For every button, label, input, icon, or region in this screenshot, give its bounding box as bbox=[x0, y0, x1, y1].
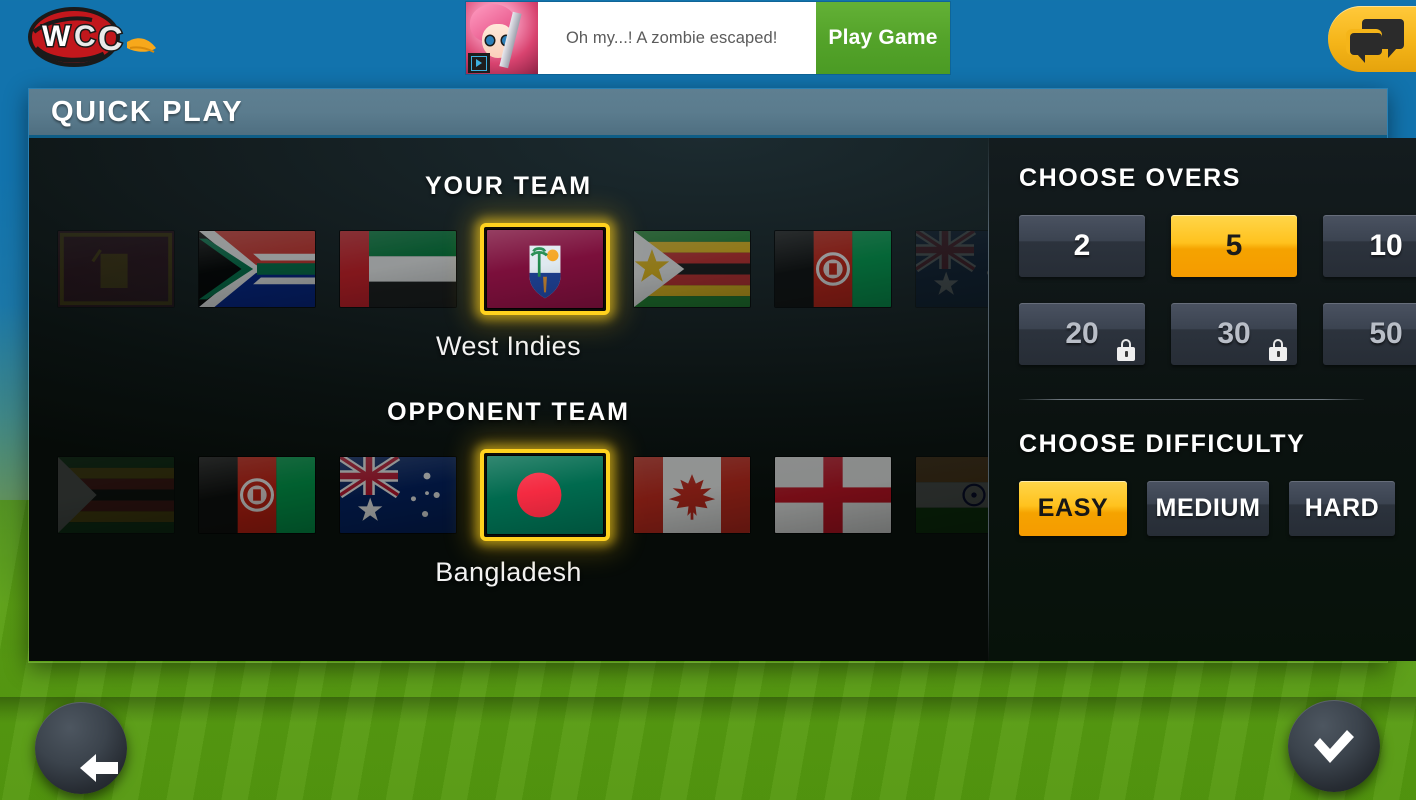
opponent-flag-afghanistan[interactable] bbox=[198, 456, 316, 534]
flag-sri-lanka bbox=[57, 230, 175, 308]
your-team-selected-name: West Indies bbox=[436, 331, 581, 361]
settings-divider bbox=[1019, 399, 1364, 400]
advertisement-banner[interactable]: Oh my...! A zombie escaped! Play Game bbox=[466, 2, 950, 74]
your-team-flag-row[interactable] bbox=[29, 223, 988, 315]
flag-afghanistan bbox=[774, 230, 892, 308]
overs-option-label: 5 bbox=[1225, 229, 1243, 262]
overs-option-20-locked[interactable]: 20 bbox=[1019, 303, 1145, 365]
flag-australia bbox=[339, 456, 457, 534]
lock-icon bbox=[1117, 339, 1135, 361]
flag-england bbox=[774, 456, 892, 534]
difficulty-option-easy-selected[interactable]: EASY bbox=[1019, 481, 1127, 536]
match-settings-column: CHOOSE OVERS 2 5 10 20 30 50 CHOOSE DIFF… bbox=[989, 138, 1416, 661]
overs-options-grid[interactable]: 2 5 10 20 30 50 bbox=[1019, 215, 1416, 365]
overs-option-label: 2 bbox=[1073, 229, 1091, 262]
overs-option-label: 30 bbox=[1217, 317, 1251, 350]
overs-option-label: 50 bbox=[1369, 317, 1403, 350]
svg-text:C: C bbox=[98, 20, 123, 58]
checkmark-icon bbox=[1310, 725, 1358, 767]
overs-option-label: 10 bbox=[1369, 229, 1403, 262]
opponent-flag-australia[interactable] bbox=[339, 456, 457, 534]
difficulty-options-row[interactable]: EASY MEDIUM HARD bbox=[1019, 481, 1416, 536]
flag-afghanistan bbox=[198, 456, 316, 534]
opponent-flag-bangladesh-selected[interactable] bbox=[480, 449, 610, 541]
choose-difficulty-heading: CHOOSE DIFFICULTY bbox=[1019, 430, 1306, 458]
confirm-button[interactable] bbox=[1288, 700, 1380, 792]
flag-canada bbox=[633, 456, 751, 534]
choose-overs-heading: CHOOSE OVERS bbox=[1019, 164, 1242, 192]
flag-west-indies bbox=[486, 229, 604, 309]
overs-option-5-selected[interactable]: 5 bbox=[1171, 215, 1297, 277]
ad-thumbnail bbox=[466, 2, 538, 74]
flag-india bbox=[915, 456, 988, 534]
overs-option-30-locked[interactable]: 30 bbox=[1171, 303, 1297, 365]
your-team-flag-uae[interactable] bbox=[339, 230, 457, 308]
top-bar: W C C Oh my...! A zombie escaped! Play G… bbox=[0, 0, 1416, 76]
ad-text: Oh my...! A zombie escaped! bbox=[566, 28, 778, 47]
flag-zimbabwe bbox=[57, 456, 175, 534]
svg-text:W: W bbox=[42, 20, 71, 53]
panel-header: QUICK PLAY bbox=[29, 89, 1387, 138]
play-game-button[interactable]: Play Game bbox=[816, 2, 950, 74]
opponent-flag-england[interactable] bbox=[774, 456, 892, 534]
page-title: QUICK PLAY bbox=[51, 95, 244, 128]
flag-zimbabwe bbox=[633, 230, 751, 308]
team-selection-column: YOUR TEAM West Indies OPPONENT TEAM Bang… bbox=[29, 138, 988, 661]
opponent-team-heading: OPPONENT TEAM bbox=[387, 398, 630, 426]
chat-button[interactable] bbox=[1328, 6, 1416, 72]
your-team-flag-australia[interactable] bbox=[915, 230, 988, 308]
wcc-logo[interactable]: W C C bbox=[22, 4, 164, 70]
overs-option-2[interactable]: 2 bbox=[1019, 215, 1145, 277]
back-button[interactable] bbox=[35, 702, 127, 794]
difficulty-option-label: EASY bbox=[1037, 494, 1109, 522]
ad-choices-icon[interactable] bbox=[468, 53, 490, 73]
opponent-flag-india[interactable] bbox=[915, 456, 988, 534]
flag-south-africa bbox=[198, 230, 316, 308]
opponent-flag-canada[interactable] bbox=[633, 456, 751, 534]
your-team-flag-west-indies-selected[interactable] bbox=[480, 223, 610, 315]
flag-bangladesh bbox=[486, 455, 604, 535]
difficulty-option-label: HARD bbox=[1304, 494, 1380, 522]
opponent-team-selected-name: Bangladesh bbox=[435, 557, 582, 587]
difficulty-option-label: MEDIUM bbox=[1155, 494, 1261, 522]
svg-text:C: C bbox=[74, 20, 96, 53]
panel-body: YOUR TEAM West Indies OPPONENT TEAM Bang… bbox=[29, 138, 1416, 661]
flag-australia bbox=[915, 230, 988, 308]
overs-option-10[interactable]: 10 bbox=[1323, 215, 1416, 277]
your-team-heading: YOUR TEAM bbox=[424, 172, 593, 200]
your-team-flag-sri-lanka[interactable] bbox=[57, 230, 175, 308]
overs-option-50-locked[interactable]: 50 bbox=[1323, 303, 1416, 365]
your-team-flag-zimbabwe[interactable] bbox=[633, 230, 751, 308]
difficulty-option-medium[interactable]: MEDIUM bbox=[1147, 481, 1269, 536]
flag-uae bbox=[339, 230, 457, 308]
difficulty-option-hard[interactable]: HARD bbox=[1289, 481, 1395, 536]
your-team-flag-south-africa[interactable] bbox=[198, 230, 316, 308]
lock-icon bbox=[1269, 339, 1287, 361]
pitch-shadow-band bbox=[0, 697, 1416, 723]
opponent-team-flag-row[interactable] bbox=[29, 449, 988, 541]
overs-option-label: 20 bbox=[1065, 317, 1099, 350]
opponent-flag-zimbabwe[interactable] bbox=[57, 456, 175, 534]
your-team-flag-afghanistan[interactable] bbox=[774, 230, 892, 308]
quick-play-panel: QUICK PLAY YOUR TEAM West Indies OPPONEN… bbox=[28, 88, 1416, 663]
